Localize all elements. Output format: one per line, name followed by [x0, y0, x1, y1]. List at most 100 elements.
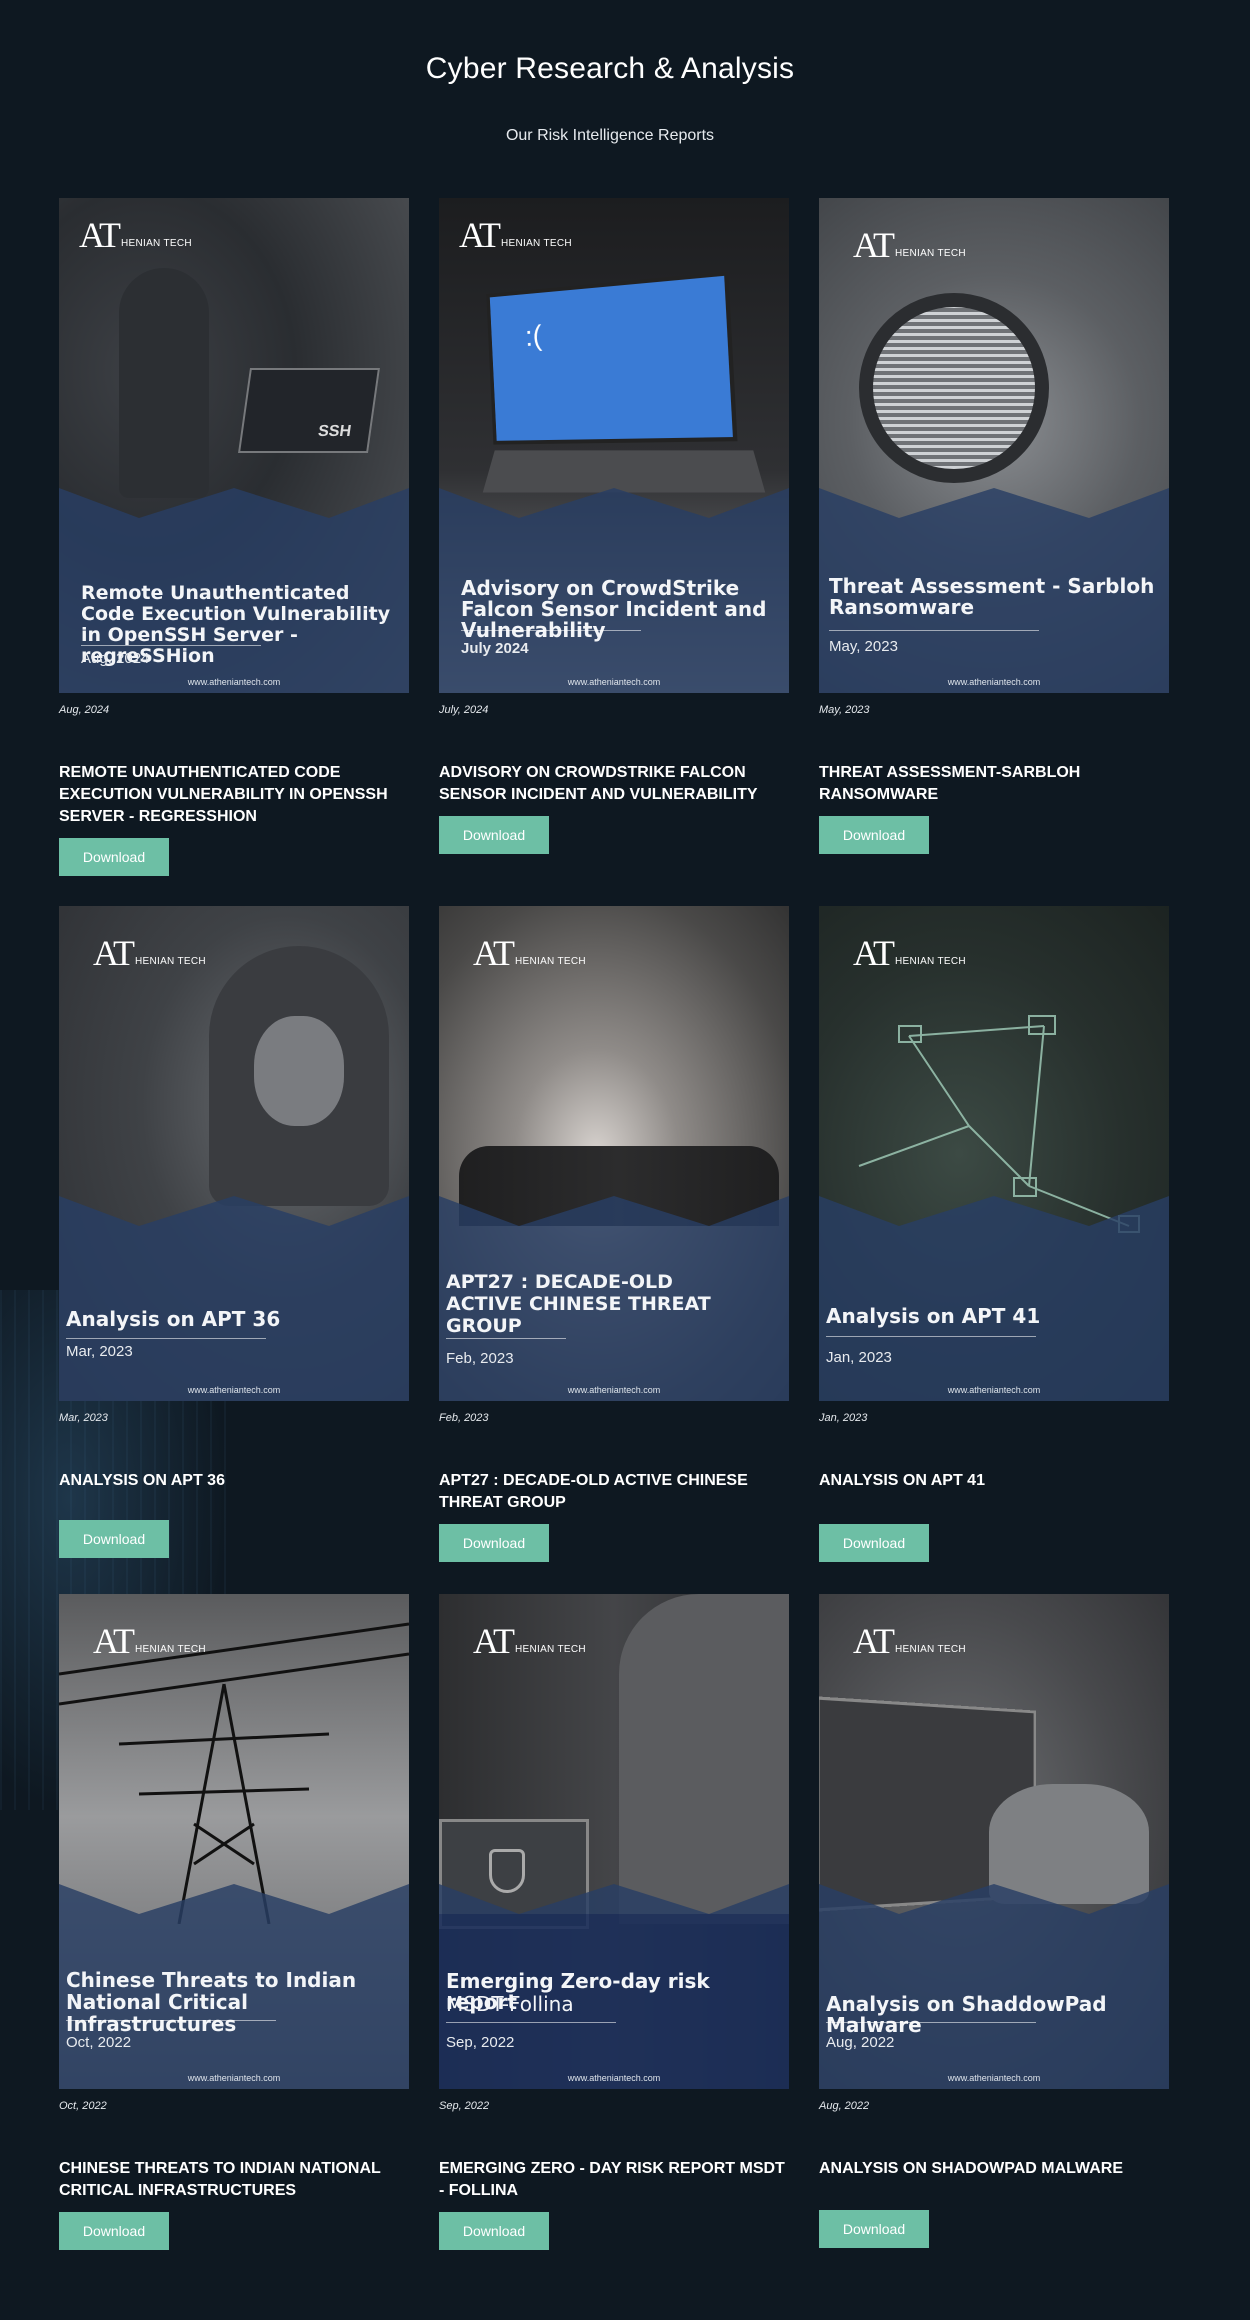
report-card: SSH AT HENIAN TECH Remote Unauthenticated… — [59, 198, 409, 693]
report-cover-image[interactable]: SSH AT HENIAN TECH Remote Unauthenticated… — [59, 198, 409, 693]
download-button[interactable]: Download — [59, 1520, 169, 1558]
logo-word: HENIAN TECH — [121, 238, 192, 249]
cover-url: www.atheniantech.com — [59, 2073, 409, 2083]
report-cover-image[interactable]: :( AT HENIAN TECH Advisory on CrowdStrike… — [439, 198, 789, 693]
cover-url: www.atheniantech.com — [819, 1385, 1169, 1395]
report-title: EMERGING ZERO - DAY RISK REPORT MSDT - F… — [439, 2158, 789, 2202]
logo-mark: AT — [93, 936, 133, 970]
band-peaks — [439, 488, 789, 518]
cover-date: Jan, 2023 — [826, 1349, 892, 1366]
cover-url: www.atheniantech.com — [59, 677, 409, 687]
cover-title: Threat Assessment - Sarbloh Ransomware — [829, 576, 1155, 618]
page-title: Cyber Research & Analysis — [0, 52, 1220, 86]
cover-title: Analysis on ShaddowPad Malware — [826, 1994, 1155, 2036]
band-peaks — [819, 1884, 1169, 1914]
report-title: THREAT ASSESSMENT-SARBLOH RANSOMWARE — [819, 762, 1169, 806]
report-date: Oct, 2022 — [59, 2100, 107, 2112]
report-cover-image[interactable]: AT HENIAN TECH APT27 : DECADE-OLD ACTIVE … — [439, 906, 789, 1401]
report-date: Aug, 2024 — [59, 704, 109, 716]
report-cover-image[interactable]: AT HENIAN TECH Chinese Threats to Indian … — [59, 1594, 409, 2089]
band-peaks — [59, 1884, 409, 1914]
report-cover-image[interactable]: AT HENIAN TECH Analysis on ShaddowPad Mal… — [819, 1594, 1169, 2089]
athenian-logo: AT HENIAN TECH — [93, 1624, 206, 1658]
cover-url: www.atheniantech.com — [819, 677, 1169, 687]
cover-title: Analysis on APT 41 — [826, 1306, 1155, 1327]
report-title: REMOTE UNAUTHENTICATED CODE EXECUTION VU… — [59, 762, 409, 828]
download-button[interactable]: Download — [439, 1524, 549, 1562]
cover-subtitle: MSDT-Follina — [446, 1994, 775, 2015]
report-date: July, 2024 — [439, 704, 488, 716]
ssh-text: SSH — [317, 423, 352, 441]
athenian-logo: AT HENIAN TECH — [853, 936, 966, 970]
report-date: Jan, 2023 — [819, 1412, 867, 1424]
cover-date: Aug, 2022 — [826, 2034, 894, 2051]
report-title: ANALYSIS ON SHADOWPAD MALWARE — [819, 2158, 1169, 2180]
keyboard-shape — [483, 450, 765, 492]
athenian-logo: AT HENIAN TECH — [853, 1624, 966, 1658]
cover-date: Mar, 2023 — [66, 1343, 133, 1360]
athenian-logo: AT HENIAN TECH — [853, 228, 966, 262]
cover-date: Aug, 2024 — [81, 650, 149, 667]
cover-url: www.atheniantech.com — [59, 1385, 409, 1395]
cover-title: APT27 : DECADE-OLD ACTIVE CHINESE THREAT… — [446, 1271, 716, 1337]
cover-rule — [826, 1336, 1036, 1337]
report-card: AT HENIAN TECH Threat Assessment - Sarblo… — [819, 198, 1169, 693]
bsod-screen: :( — [486, 271, 737, 444]
athenian-logo: AT HENIAN TECH — [93, 936, 206, 970]
band-peaks — [59, 1196, 409, 1226]
report-title: ANALYSIS ON APT 36 — [59, 1470, 409, 1492]
band-peaks — [819, 488, 1169, 518]
sad-face-text: :( — [524, 320, 542, 354]
logo-word: HENIAN TECH — [895, 956, 966, 967]
logo-mark: AT — [473, 936, 513, 970]
cover-rule — [446, 2022, 616, 2023]
logo-word: HENIAN TECH — [895, 248, 966, 259]
cover-title: Advisory on CrowdStrike Falcon Sensor In… — [461, 578, 775, 641]
cover-rule — [826, 2022, 1036, 2023]
report-title: CHINESE THREATS TO INDIAN NATIONAL CRITI… — [59, 2158, 409, 2202]
page-subtitle: Our Risk Intelligence Reports — [0, 127, 1220, 145]
logo-mark: AT — [473, 1624, 513, 1658]
report-cover-image[interactable]: AT HENIAN TECH Emerging Zero-day risk rep… — [439, 1594, 789, 2089]
logo-mark: AT — [459, 218, 499, 252]
athenian-logo: AT HENIAN TECH — [473, 936, 586, 970]
report-cover-image[interactable]: AT HENIAN TECH Threat Assessment - Sarblo… — [819, 198, 1169, 693]
face-shape — [254, 1016, 344, 1126]
band-peaks — [59, 488, 409, 518]
cover-url: www.atheniantech.com — [819, 2073, 1169, 2083]
logo-word: HENIAN TECH — [501, 238, 572, 249]
athenian-logo: AT HENIAN TECH — [459, 218, 572, 252]
download-button[interactable]: Download — [59, 838, 169, 876]
report-card: :( AT HENIAN TECH Advisory on CrowdStrike… — [439, 198, 789, 693]
logo-word: HENIAN TECH — [135, 956, 206, 967]
logo-mark: AT — [853, 1624, 893, 1658]
cover-rule — [66, 1338, 266, 1339]
logo-word: HENIAN TECH — [895, 1644, 966, 1655]
band-peaks — [819, 1196, 1169, 1226]
cover-url: www.atheniantech.com — [439, 677, 789, 687]
magnifier-lens — [859, 293, 1049, 483]
athenian-logo: AT HENIAN TECH — [79, 218, 192, 252]
download-button[interactable]: Download — [59, 2212, 169, 2250]
report-date: Aug, 2022 — [819, 2100, 869, 2112]
report-card: AT HENIAN TECH Analysis on APT 41 Jan, 20… — [819, 906, 1169, 1401]
cover-date: Sep, 2022 — [446, 2034, 514, 2051]
download-button[interactable]: Download — [439, 816, 549, 854]
hooded-figure — [619, 1594, 789, 1924]
report-cover-image[interactable]: AT HENIAN TECH Analysis on APT 41 Jan, 20… — [819, 906, 1169, 1401]
cover-date: July 2024 — [461, 640, 529, 657]
download-button[interactable]: Download — [439, 2212, 549, 2250]
logo-mark: AT — [93, 1624, 133, 1658]
download-button[interactable]: Download — [819, 1524, 929, 1562]
laptop-shape: SSH — [238, 368, 380, 453]
download-button[interactable]: Download — [819, 2210, 929, 2248]
hooded-figure — [119, 268, 209, 498]
report-date: Sep, 2022 — [439, 2100, 489, 2112]
download-button[interactable]: Download — [819, 816, 929, 854]
report-date: Feb, 2023 — [439, 1412, 489, 1424]
athenian-logo: AT HENIAN TECH — [473, 1624, 586, 1658]
report-card: AT HENIAN TECH APT27 : DECADE-OLD ACTIVE … — [439, 906, 789, 1401]
band-peaks — [439, 1196, 789, 1226]
cover-title: Analysis on APT 36 — [66, 1309, 395, 1330]
report-cover-image[interactable]: AT HENIAN TECH Analysis on APT 36 Mar, 20… — [59, 906, 409, 1401]
